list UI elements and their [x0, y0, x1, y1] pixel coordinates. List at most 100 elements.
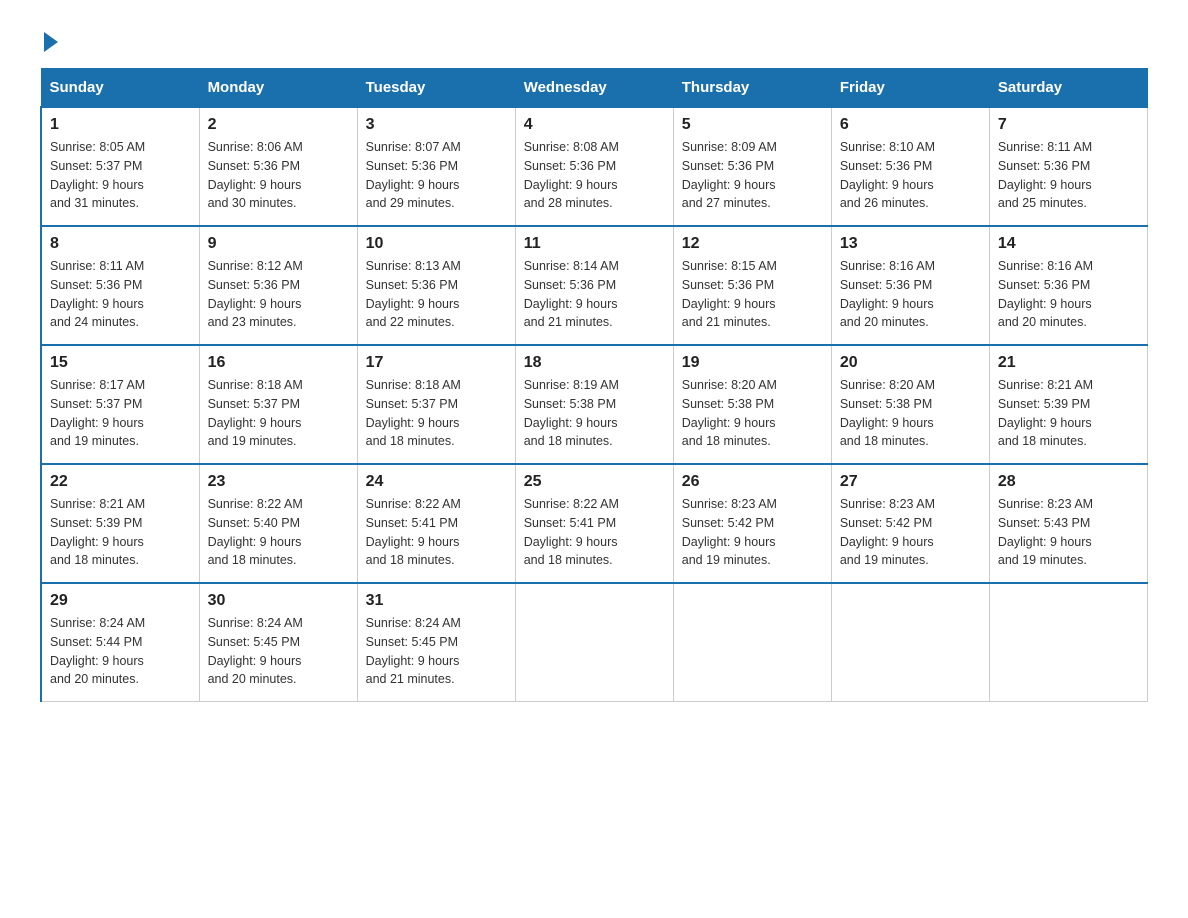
day-info: Sunrise: 8:12 AM Sunset: 5:36 PM Dayligh… [208, 257, 349, 332]
calendar-cell: 21 Sunrise: 8:21 AM Sunset: 5:39 PM Dayl… [989, 345, 1147, 464]
calendar-cell: 7 Sunrise: 8:11 AM Sunset: 5:36 PM Dayli… [989, 107, 1147, 226]
logo [40, 30, 58, 48]
day-number: 31 [366, 592, 507, 610]
calendar-cell: 28 Sunrise: 8:23 AM Sunset: 5:43 PM Dayl… [989, 464, 1147, 583]
day-number: 19 [682, 354, 823, 372]
calendar-cell: 5 Sunrise: 8:09 AM Sunset: 5:36 PM Dayli… [673, 107, 831, 226]
calendar-week-5: 29 Sunrise: 8:24 AM Sunset: 5:44 PM Dayl… [41, 583, 1148, 702]
day-number: 15 [50, 354, 191, 372]
day-info: Sunrise: 8:09 AM Sunset: 5:36 PM Dayligh… [682, 138, 823, 213]
day-info: Sunrise: 8:24 AM Sunset: 5:45 PM Dayligh… [366, 614, 507, 689]
day-info: Sunrise: 8:13 AM Sunset: 5:36 PM Dayligh… [366, 257, 507, 332]
calendar-cell: 16 Sunrise: 8:18 AM Sunset: 5:37 PM Dayl… [199, 345, 357, 464]
day-info: Sunrise: 8:23 AM Sunset: 5:42 PM Dayligh… [682, 495, 823, 570]
calendar-cell: 26 Sunrise: 8:23 AM Sunset: 5:42 PM Dayl… [673, 464, 831, 583]
logo-arrow-icon [44, 32, 58, 52]
day-number: 17 [366, 354, 507, 372]
day-number: 14 [998, 235, 1139, 253]
day-info: Sunrise: 8:14 AM Sunset: 5:36 PM Dayligh… [524, 257, 665, 332]
calendar-cell: 31 Sunrise: 8:24 AM Sunset: 5:45 PM Dayl… [357, 583, 515, 702]
day-header-sunday: Sunday [41, 69, 199, 108]
day-info: Sunrise: 8:19 AM Sunset: 5:38 PM Dayligh… [524, 376, 665, 451]
day-info: Sunrise: 8:18 AM Sunset: 5:37 PM Dayligh… [366, 376, 507, 451]
day-info: Sunrise: 8:16 AM Sunset: 5:36 PM Dayligh… [998, 257, 1139, 332]
calendar-cell [515, 583, 673, 702]
calendar-week-4: 22 Sunrise: 8:21 AM Sunset: 5:39 PM Dayl… [41, 464, 1148, 583]
calendar-cell: 14 Sunrise: 8:16 AM Sunset: 5:36 PM Dayl… [989, 226, 1147, 345]
calendar-cell: 29 Sunrise: 8:24 AM Sunset: 5:44 PM Dayl… [41, 583, 199, 702]
calendar-cell: 8 Sunrise: 8:11 AM Sunset: 5:36 PM Dayli… [41, 226, 199, 345]
calendar-cell: 22 Sunrise: 8:21 AM Sunset: 5:39 PM Dayl… [41, 464, 199, 583]
day-info: Sunrise: 8:23 AM Sunset: 5:42 PM Dayligh… [840, 495, 981, 570]
day-info: Sunrise: 8:06 AM Sunset: 5:36 PM Dayligh… [208, 138, 349, 213]
day-info: Sunrise: 8:17 AM Sunset: 5:37 PM Dayligh… [50, 376, 191, 451]
day-number: 1 [50, 116, 191, 134]
day-number: 6 [840, 116, 981, 134]
calendar-table: SundayMondayTuesdayWednesdayThursdayFrid… [40, 68, 1148, 702]
calendar-week-2: 8 Sunrise: 8:11 AM Sunset: 5:36 PM Dayli… [41, 226, 1148, 345]
day-header-friday: Friday [831, 69, 989, 108]
day-number: 28 [998, 473, 1139, 491]
calendar-cell: 6 Sunrise: 8:10 AM Sunset: 5:36 PM Dayli… [831, 107, 989, 226]
calendar-cell [673, 583, 831, 702]
calendar-cell: 20 Sunrise: 8:20 AM Sunset: 5:38 PM Dayl… [831, 345, 989, 464]
day-number: 24 [366, 473, 507, 491]
day-number: 18 [524, 354, 665, 372]
day-info: Sunrise: 8:16 AM Sunset: 5:36 PM Dayligh… [840, 257, 981, 332]
day-number: 26 [682, 473, 823, 491]
day-number: 7 [998, 116, 1139, 134]
calendar-cell: 9 Sunrise: 8:12 AM Sunset: 5:36 PM Dayli… [199, 226, 357, 345]
day-info: Sunrise: 8:22 AM Sunset: 5:41 PM Dayligh… [524, 495, 665, 570]
calendar-cell: 12 Sunrise: 8:15 AM Sunset: 5:36 PM Dayl… [673, 226, 831, 345]
day-header-wednesday: Wednesday [515, 69, 673, 108]
calendar-week-1: 1 Sunrise: 8:05 AM Sunset: 5:37 PM Dayli… [41, 107, 1148, 226]
day-number: 8 [50, 235, 191, 253]
day-number: 29 [50, 592, 191, 610]
calendar-cell: 13 Sunrise: 8:16 AM Sunset: 5:36 PM Dayl… [831, 226, 989, 345]
day-number: 25 [524, 473, 665, 491]
calendar-cell: 18 Sunrise: 8:19 AM Sunset: 5:38 PM Dayl… [515, 345, 673, 464]
calendar-cell: 4 Sunrise: 8:08 AM Sunset: 5:36 PM Dayli… [515, 107, 673, 226]
day-header-thursday: Thursday [673, 69, 831, 108]
day-number: 23 [208, 473, 349, 491]
day-number: 20 [840, 354, 981, 372]
day-info: Sunrise: 8:11 AM Sunset: 5:36 PM Dayligh… [50, 257, 191, 332]
day-number: 9 [208, 235, 349, 253]
day-info: Sunrise: 8:18 AM Sunset: 5:37 PM Dayligh… [208, 376, 349, 451]
calendar-cell: 19 Sunrise: 8:20 AM Sunset: 5:38 PM Dayl… [673, 345, 831, 464]
day-info: Sunrise: 8:24 AM Sunset: 5:44 PM Dayligh… [50, 614, 191, 689]
calendar-cell: 2 Sunrise: 8:06 AM Sunset: 5:36 PM Dayli… [199, 107, 357, 226]
day-info: Sunrise: 8:11 AM Sunset: 5:36 PM Dayligh… [998, 138, 1139, 213]
day-number: 13 [840, 235, 981, 253]
page-header [40, 30, 1148, 48]
day-number: 4 [524, 116, 665, 134]
day-info: Sunrise: 8:23 AM Sunset: 5:43 PM Dayligh… [998, 495, 1139, 570]
calendar-cell: 30 Sunrise: 8:24 AM Sunset: 5:45 PM Dayl… [199, 583, 357, 702]
day-header-monday: Monday [199, 69, 357, 108]
day-number: 16 [208, 354, 349, 372]
day-info: Sunrise: 8:22 AM Sunset: 5:41 PM Dayligh… [366, 495, 507, 570]
day-number: 27 [840, 473, 981, 491]
day-number: 22 [50, 473, 191, 491]
day-number: 3 [366, 116, 507, 134]
day-info: Sunrise: 8:24 AM Sunset: 5:45 PM Dayligh… [208, 614, 349, 689]
calendar-week-3: 15 Sunrise: 8:17 AM Sunset: 5:37 PM Dayl… [41, 345, 1148, 464]
calendar-cell: 11 Sunrise: 8:14 AM Sunset: 5:36 PM Dayl… [515, 226, 673, 345]
calendar-cell: 10 Sunrise: 8:13 AM Sunset: 5:36 PM Dayl… [357, 226, 515, 345]
calendar-cell [831, 583, 989, 702]
day-info: Sunrise: 8:21 AM Sunset: 5:39 PM Dayligh… [998, 376, 1139, 451]
day-info: Sunrise: 8:21 AM Sunset: 5:39 PM Dayligh… [50, 495, 191, 570]
calendar-cell: 24 Sunrise: 8:22 AM Sunset: 5:41 PM Dayl… [357, 464, 515, 583]
calendar-cell: 23 Sunrise: 8:22 AM Sunset: 5:40 PM Dayl… [199, 464, 357, 583]
day-info: Sunrise: 8:20 AM Sunset: 5:38 PM Dayligh… [682, 376, 823, 451]
day-number: 12 [682, 235, 823, 253]
day-number: 5 [682, 116, 823, 134]
calendar-cell [989, 583, 1147, 702]
day-info: Sunrise: 8:22 AM Sunset: 5:40 PM Dayligh… [208, 495, 349, 570]
day-header-saturday: Saturday [989, 69, 1147, 108]
day-info: Sunrise: 8:07 AM Sunset: 5:36 PM Dayligh… [366, 138, 507, 213]
day-number: 30 [208, 592, 349, 610]
day-info: Sunrise: 8:05 AM Sunset: 5:37 PM Dayligh… [50, 138, 191, 213]
calendar-cell: 27 Sunrise: 8:23 AM Sunset: 5:42 PM Dayl… [831, 464, 989, 583]
calendar-cell: 1 Sunrise: 8:05 AM Sunset: 5:37 PM Dayli… [41, 107, 199, 226]
